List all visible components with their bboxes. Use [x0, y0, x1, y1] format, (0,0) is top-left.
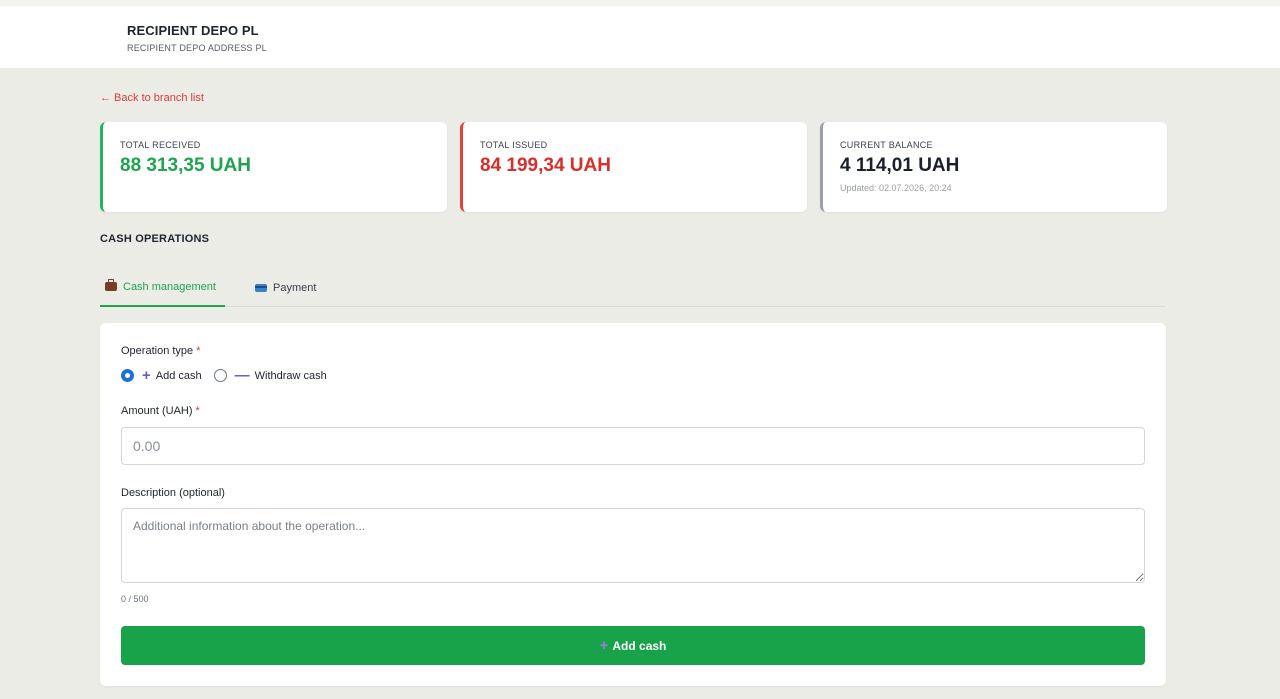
section-title: CASH OPERATIONS [100, 233, 210, 245]
total-issued-card: TOTAL ISSUED 84 199,34 UAH [460, 122, 807, 212]
add-cash-submit-button[interactable]: + Add cash [121, 626, 1145, 665]
balance-updated-timestamp: Updated: 02.07.2026, 20:24 [840, 183, 952, 193]
tab-cash-management-label: Cash management [123, 280, 216, 293]
total-received-card: TOTAL RECEIVED 88 313,35 UAH [100, 122, 447, 212]
tab-payment[interactable]: Payment [255, 268, 335, 307]
page-header: RECIPIENT DEPO PL RECIPIENT DEPO ADDRESS… [0, 0, 1280, 68]
operation-type-label: Operation type * [121, 345, 201, 357]
total-issued-label: TOTAL ISSUED [480, 140, 548, 150]
description-label: Description (optional) [121, 487, 225, 499]
minus-icon: — [234, 367, 250, 384]
description-char-counter: 0 / 500 [121, 594, 149, 604]
total-received-value: 88 313,35 UAH [120, 155, 251, 176]
total-issued-value: 84 199,34 UAH [480, 155, 611, 176]
plus-icon: + [599, 637, 609, 654]
submit-button-label: Add cash [612, 638, 667, 653]
back-to-branch-list-link[interactable]: ← Back to branch list [100, 92, 204, 104]
branch-address: RECIPIENT DEPO ADDRESS PL [127, 43, 267, 53]
branch-title: RECIPIENT DEPO PL [127, 23, 259, 38]
total-received-label: TOTAL RECEIVED [120, 140, 201, 150]
amount-label: Amount (UAH) * [121, 405, 200, 417]
description-textarea[interactable] [121, 508, 1145, 583]
current-balance-card: CURRENT BALANCE 4 114,01 UAH Updated: 02… [820, 122, 1167, 212]
add-cash-radio[interactable] [121, 369, 134, 382]
plus-icon: + [142, 367, 151, 384]
add-cash-option-label[interactable]: Add cash [156, 370, 202, 382]
withdraw-cash-radio[interactable] [213, 369, 227, 382]
briefcase-icon [105, 279, 117, 291]
required-mark: * [195, 405, 200, 417]
withdraw-cash-option-label[interactable]: Withdraw cash [255, 370, 327, 382]
current-balance-value: 4 114,01 UAH [840, 155, 960, 176]
tab-payment-label: Payment [273, 281, 317, 294]
operation-type-radio-group: + Add cash — Withdraw cash [121, 368, 339, 383]
tab-cash-management[interactable]: Cash management [100, 268, 225, 307]
operation-tabs: Cash management Payment [100, 268, 1166, 307]
credit-card-icon [255, 283, 267, 292]
cash-operation-form: Operation type * + Add cash — Withdraw ca… [100, 323, 1166, 686]
current-balance-label: CURRENT BALANCE [840, 140, 933, 150]
required-mark: * [196, 345, 201, 357]
amount-input[interactable] [121, 427, 1145, 465]
